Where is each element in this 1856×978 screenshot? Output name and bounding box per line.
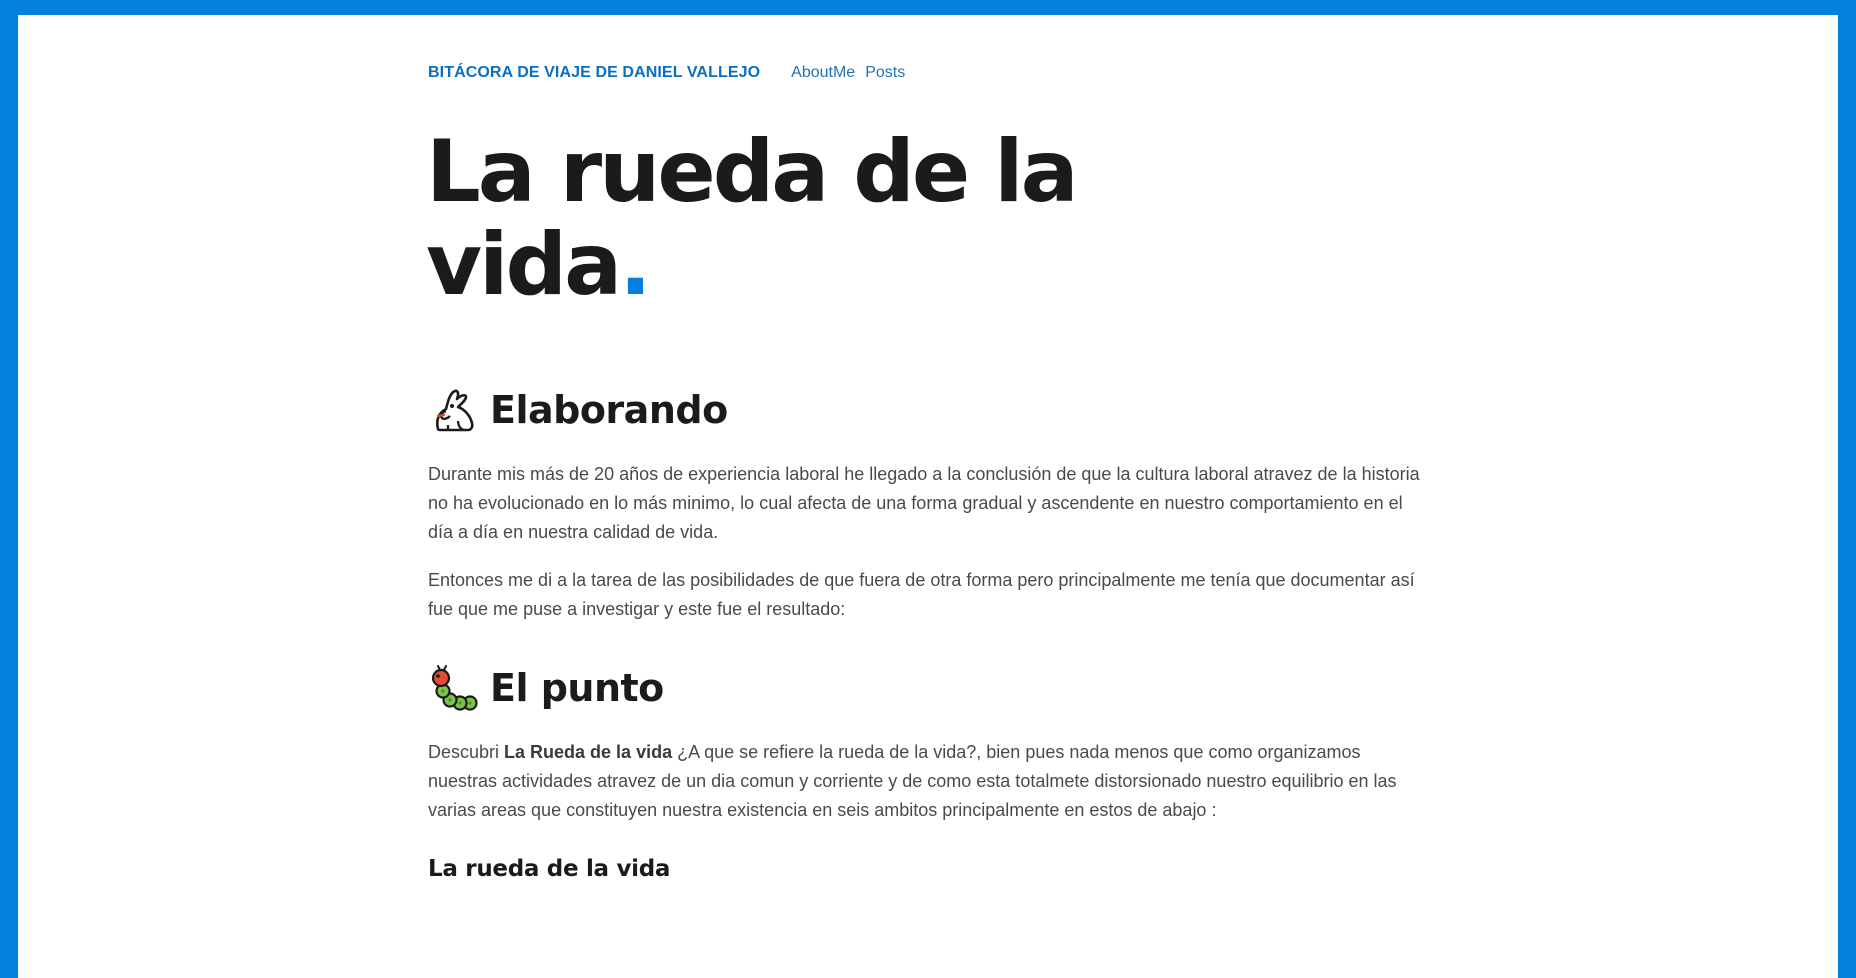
main-nav: AboutMe Posts xyxy=(791,64,915,82)
nav-link-posts[interactable]: Posts xyxy=(865,64,905,82)
paragraph-research: Entonces me di a la tarea de las posibil… xyxy=(428,570,1415,619)
section-heading-label: Elaborando xyxy=(490,388,728,432)
page-frame-top xyxy=(0,0,1856,15)
section-heading-elaborando: Elaborando xyxy=(428,385,728,435)
bold-term-rueda-de-la-vida: La Rueda de la vida xyxy=(504,742,673,762)
section-heading-label: El punto xyxy=(490,666,664,710)
rabbit-icon xyxy=(428,385,478,435)
page-frame-left xyxy=(0,0,18,978)
nav-link-aboutme[interactable]: AboutMe xyxy=(791,64,855,82)
page-title-line1: La rueda de la xyxy=(426,122,1079,222)
paragraph-text: Descubri xyxy=(428,742,505,762)
subheading-rueda-de-la-vida: La rueda de la vida xyxy=(428,856,671,882)
caterpillar-icon xyxy=(428,663,478,713)
paragraph-intro: Durante mis más de 20 años de experienci… xyxy=(428,464,1420,542)
page-title: La rueda de la vida. xyxy=(426,126,1186,312)
paragraph-el-punto: Descubri La Rueda de la vida ¿A que se r… xyxy=(428,738,1428,825)
page-frame-right xyxy=(1838,0,1856,978)
site-header: BITÁCORA DE VIAJE DE DANIEL VALLEJO Abou… xyxy=(428,64,915,82)
site-title-link[interactable]: BITÁCORA DE VIAJE DE DANIEL VALLEJO xyxy=(428,64,760,82)
page-title-dot: . xyxy=(619,215,652,315)
page-title-line2: vida xyxy=(426,215,622,315)
section-heading-el-punto: El punto xyxy=(428,663,664,713)
